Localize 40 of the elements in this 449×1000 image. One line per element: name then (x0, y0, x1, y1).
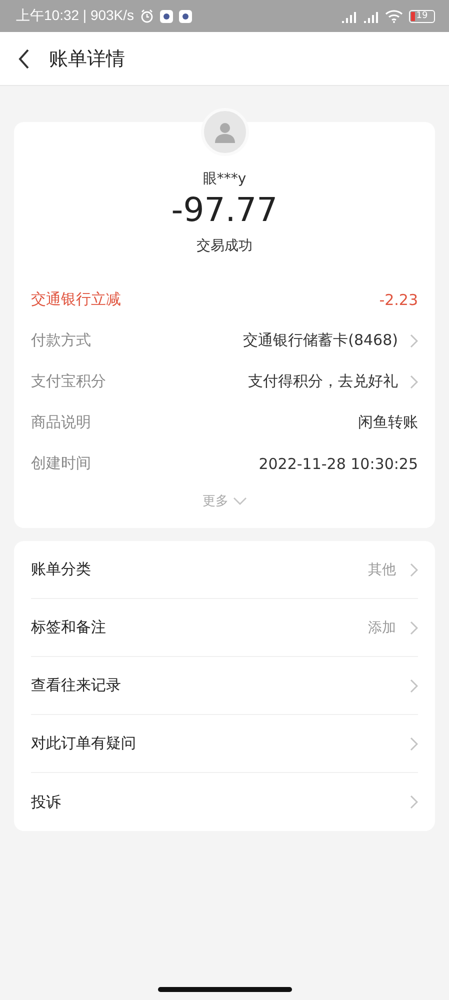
alarm-icon (140, 9, 154, 23)
app-icon (179, 10, 192, 22)
menu-item[interactable]: 账单分类 其他 (31, 541, 418, 599)
chevron-right-icon (410, 736, 418, 750)
detail-value[interactable]: 交通银行储蓄卡(8468) (243, 331, 398, 350)
status-time: 上午10:32 | 903K/s (16, 7, 134, 25)
detail-value: 2022-11-28 10:30:25 (258, 454, 418, 472)
chevron-right-icon (410, 620, 418, 634)
chevron-right-icon (410, 334, 418, 348)
payee-name: 眼***y (202, 170, 246, 188)
signal-icon (363, 9, 379, 23)
chevron-right-icon (410, 795, 418, 809)
detail-label: 支付宝积分 (31, 372, 106, 391)
menu-item[interactable]: 查看往来记录 (31, 657, 418, 715)
menu-item[interactable]: 对此订单有疑问 (31, 715, 418, 773)
menu-item[interactable]: 投诉 (31, 773, 418, 831)
detail-value[interactable]: 支付得积分，去兑好礼 (248, 372, 398, 391)
page-title: 账单详情 (49, 46, 125, 72)
detail-label: 付款方式 (31, 331, 91, 350)
back-icon (18, 48, 30, 68)
chevron-down-icon (232, 497, 246, 505)
chevron-right-icon (410, 374, 418, 388)
person-icon (214, 121, 236, 143)
transaction-status: 交易成功 (196, 237, 252, 255)
detail-label: 交通银行立减 (31, 290, 121, 309)
back-button[interactable] (18, 48, 30, 68)
chevron-right-icon (410, 678, 418, 692)
wifi-icon (385, 9, 403, 23)
amount: -97.77 (171, 190, 278, 229)
menu-item[interactable]: 标签和备注 添加 (31, 599, 418, 657)
detail-label: 创建时间 (31, 454, 91, 473)
detail-value: 闲鱼转账 (358, 413, 418, 432)
battery-level: 19 (416, 11, 428, 21)
app-icon (160, 10, 174, 22)
signal-icon (341, 9, 357, 23)
chevron-right-icon (410, 562, 418, 576)
menu-value: 添加 (368, 618, 396, 636)
menu-value: 其他 (368, 560, 396, 578)
detail-value: -2.23 (379, 290, 418, 308)
detail-label: 商品说明 (31, 413, 91, 432)
